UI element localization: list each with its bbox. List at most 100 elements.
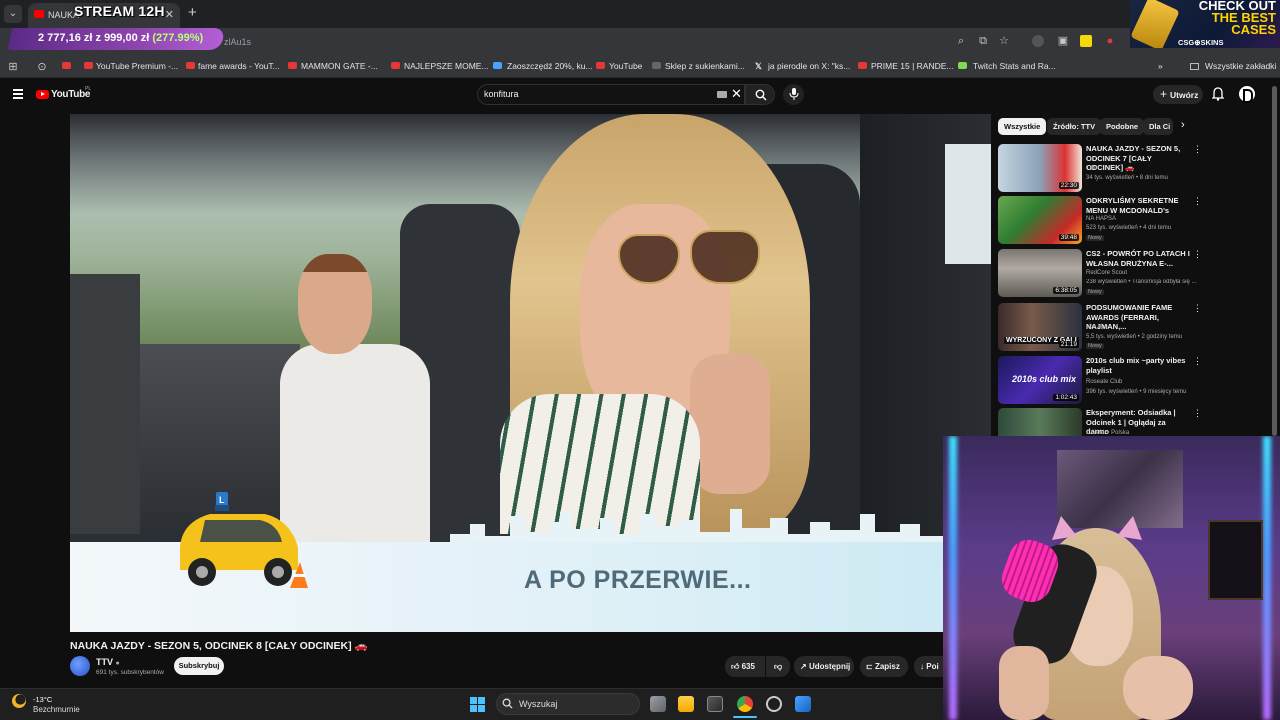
youtube-logo-icon[interactable] (36, 90, 49, 99)
bookmark-item[interactable]: Sklep z sukienkami... (665, 61, 745, 71)
close-tab-icon[interactable]: ✕ (165, 8, 174, 21)
bookmark-item[interactable]: YouTube Premium -... (96, 61, 178, 71)
extension-icon[interactable] (1080, 35, 1092, 47)
video-thumbnail[interactable]: WYRZUCONY Z GALI 21:19 (998, 303, 1082, 351)
recommendation-item[interactable]: 22:30 NAUKA JAZDY - SEZON 5, ODCINEK 7 [… (998, 144, 1203, 194)
youtube-icon (186, 62, 195, 69)
sunglasses-icon (690, 230, 760, 284)
channel-name[interactable]: TTV ● (96, 657, 120, 667)
bookmarks-overflow-icon[interactable]: » (1158, 61, 1163, 71)
keyboard-icon[interactable] (717, 91, 727, 98)
chip-source-ttv[interactable]: Źródło: TTV (1047, 118, 1102, 135)
extension-icon[interactable] (1032, 35, 1044, 47)
recommendation-item[interactable]: 2010s club mix 1:02:43 2010s club mix ~p… (998, 356, 1203, 406)
account-avatar[interactable] (1239, 86, 1255, 103)
more-vert-icon[interactable]: ⋮ (1193, 356, 1202, 367)
recommendation-item[interactable]: 6:38:05 CS2 - POWRÓT PO LATACH I WŁASNA … (998, 249, 1203, 299)
recommendation-title[interactable]: NAUKA JAZDY - SEZON 5, ODCINEK 7 [CAŁY O… (1086, 144, 1190, 173)
tab-search-button[interactable]: ⌄ (4, 5, 22, 23)
hamburger-menu-icon[interactable] (13, 89, 23, 99)
chip-all[interactable]: Wszystkie (998, 118, 1047, 135)
more-vert-icon[interactable]: ⋮ (1193, 196, 1202, 207)
download-button[interactable]: ↓ Poi (914, 656, 943, 677)
chip-for-you[interactable]: Dla Ci (1143, 118, 1173, 135)
bookmark-item[interactable]: PRIME 15 | RANDE... (871, 61, 954, 71)
photos-icon[interactable] (795, 696, 811, 712)
bookmark-item[interactable]: MAMMON GATE -... (301, 61, 378, 71)
more-vert-icon[interactable]: ⋮ (1193, 249, 1202, 260)
recommendation-title[interactable]: ODKRYLIŚMY SEKRETNE MENU W MCDONALD's (1086, 196, 1190, 215)
recommendation-item[interactable]: 39:48 ODKRYLIŚMY SEKRETNE MENU W MCDONAL… (998, 196, 1203, 246)
weather-description[interactable]: Bezchmurnie (33, 705, 80, 714)
search-icon (755, 89, 767, 101)
video-thumbnail[interactable]: 2010s club mix 1:02:43 (998, 356, 1082, 404)
bookmark-item[interactable]: NAJLEPSZE MOME... (404, 61, 489, 71)
bookmark-icon[interactable]: ⊙ (36, 61, 48, 73)
video-thumbnail[interactable]: 39:48 (998, 196, 1082, 244)
bookmark-item[interactable]: fame awards - YouT... (198, 61, 280, 71)
notifications-bell-icon[interactable] (1212, 87, 1224, 101)
zoom-icon[interactable]: ⌕ (955, 35, 967, 47)
recommendation-title[interactable]: 2010s club mix ~party vibes playlist (1086, 356, 1190, 375)
file-explorer-icon[interactable] (678, 696, 694, 712)
search-input[interactable]: konfitura (484, 89, 519, 99)
more-vert-icon[interactable]: ⋮ (1193, 303, 1202, 314)
x-logo-icon: 𝕏 (755, 61, 762, 71)
app-icon[interactable] (766, 696, 782, 712)
video-duration: 39:48 (1058, 234, 1079, 241)
youtube-icon (62, 62, 71, 69)
channel-name-text: TTV (96, 657, 113, 667)
voice-search-button[interactable] (783, 84, 804, 105)
recommendation-channel[interactable]: Roseate Club (1086, 379, 1122, 385)
video-thumbnail[interactable]: 22:30 (998, 144, 1082, 192)
video-player[interactable]: A PO PRZERWIE... L (70, 114, 991, 632)
windows-start-icon[interactable] (470, 697, 485, 712)
taskbar-search-box[interactable] (496, 693, 640, 715)
bookmark-item[interactable]: YouTube (609, 61, 642, 71)
install-icon[interactable]: ⧉ (977, 35, 989, 47)
recommendation-channel[interactable]: ebe ebe (1086, 324, 1108, 330)
extension-icon[interactable]: ● (1104, 35, 1116, 47)
clear-search-icon[interactable]: ✕ (731, 86, 742, 102)
bookmark-item[interactable]: ja pierodle on X: "ks... (768, 61, 850, 71)
subscriber-count: 691 tys. subskrybentów (96, 669, 164, 676)
chrome-icon[interactable] (737, 696, 753, 712)
url-text[interactable]: zlAu1s (224, 37, 251, 47)
recommendation-item[interactable]: WYRZUCONY Z GALI 21:19 PODSUMOWANIE FAME… (998, 303, 1203, 353)
save-button[interactable]: ⊏ Zapisz (860, 656, 908, 677)
recommendation-channel[interactable]: TTV (1086, 166, 1097, 172)
star-icon[interactable]: ☆ (998, 35, 1010, 47)
recommendation-channel[interactable]: RedCore Scout (1086, 270, 1127, 276)
all-bookmarks-button[interactable]: Wszystkie zakładki (1205, 61, 1276, 71)
download-icon: ↓ (920, 662, 924, 671)
share-button[interactable]: ↗ Udostępnij (794, 656, 854, 677)
more-vert-icon[interactable]: ⋮ (1193, 144, 1202, 155)
store-icon[interactable] (707, 696, 723, 712)
apps-grid-icon[interactable]: ⊞ (7, 61, 19, 73)
bookmark-item[interactable]: Twitch Stats and Ra... (973, 61, 1056, 71)
search-button[interactable] (745, 84, 775, 105)
moon-weather-icon[interactable] (12, 694, 26, 708)
video-thumbnail[interactable]: 6:38:05 (998, 249, 1082, 297)
recommendation-title[interactable]: CS2 - POWRÓT PO LATACH I WŁASNA DRUŻYNA … (1086, 249, 1190, 268)
channel-avatar[interactable] (70, 656, 90, 676)
video-thumbnail[interactable] (998, 408, 1082, 436)
youtube-icon (84, 62, 93, 69)
more-vert-icon[interactable]: ⋮ (1193, 408, 1202, 419)
chevron-right-icon[interactable]: › (1181, 119, 1185, 131)
task-view-icon[interactable] (650, 696, 666, 712)
dislike-button[interactable]: 👎︎ (766, 656, 790, 677)
recommendation-channel[interactable]: NA HAPSA (1086, 216, 1116, 222)
subscribe-button[interactable]: Subskrybuj (174, 657, 224, 675)
create-button[interactable]: + Utwórz (1153, 85, 1203, 104)
chip-similar[interactable]: Podobne (1100, 118, 1145, 135)
recommendation-item[interactable]: Eksperyment: Odsiadka | Odcinek 1 | Oglą… (998, 408, 1203, 436)
weather-temperature[interactable]: -13°C (33, 695, 52, 704)
new-tab-button[interactable]: + (188, 4, 197, 21)
taskbar-search-placeholder[interactable]: Wyszukaj (519, 699, 557, 709)
like-button[interactable]: 👍︎ 635 (725, 656, 765, 677)
bookmark-item[interactable]: Zaoszczędź 20%, ku... (507, 61, 593, 71)
extension-icon[interactable]: ▣ (1057, 35, 1069, 47)
csgo-skins-ad[interactable]: CHECK OUT THE BEST CASES CSG⊕SKINS (1130, 0, 1280, 48)
page-scrollbar[interactable] (1272, 86, 1277, 436)
